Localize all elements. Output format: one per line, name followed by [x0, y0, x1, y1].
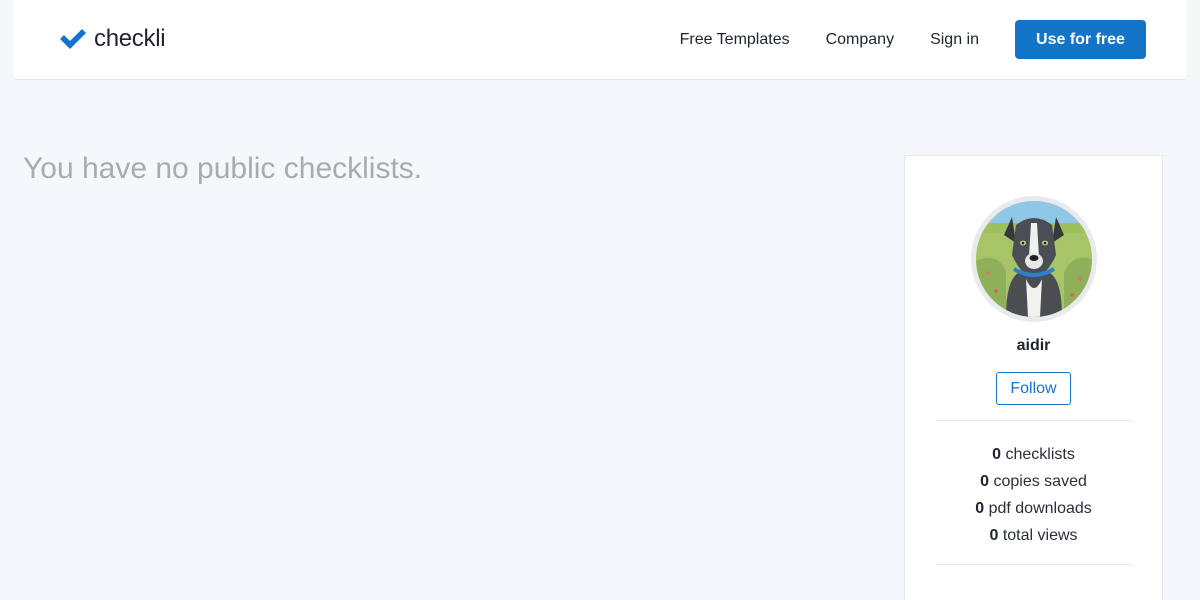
brand-name: checkli	[94, 25, 166, 52]
use-for-free-button[interactable]: Use for free	[1015, 20, 1146, 59]
empty-checklists-message: You have no public checklists.	[23, 152, 423, 185]
nav-company[interactable]: Company	[826, 20, 894, 59]
follow-button[interactable]: Follow	[996, 372, 1071, 405]
avatar	[971, 196, 1097, 322]
divider	[936, 420, 1132, 421]
checkmark-logo-icon	[59, 28, 87, 50]
stat-pdf-downloads: 0 pdf downloads	[975, 500, 1092, 517]
stat-copies-saved: 0 copies saved	[980, 473, 1087, 490]
divider	[936, 564, 1132, 565]
brand-logo[interactable]: checkli	[59, 25, 166, 52]
profile-stats: 0 checklists 0 copies saved 0 pdf downlo…	[905, 441, 1162, 549]
stat-total-views: 0 total views	[989, 527, 1078, 544]
stat-checklists: 0 checklists	[992, 446, 1075, 463]
nav-sign-in[interactable]: Sign in	[930, 20, 979, 59]
dog-avatar-image	[976, 201, 1092, 317]
profile-card: aidir Follow 0 checklists 0 copies saved…	[904, 155, 1163, 600]
top-header: checkli Free Templates Company Sign in U…	[14, 0, 1186, 80]
nav-free-templates[interactable]: Free Templates	[680, 20, 790, 59]
main-nav: Free Templates Company Sign in Use for f…	[680, 20, 1146, 59]
profile-username: aidir	[1016, 337, 1051, 354]
